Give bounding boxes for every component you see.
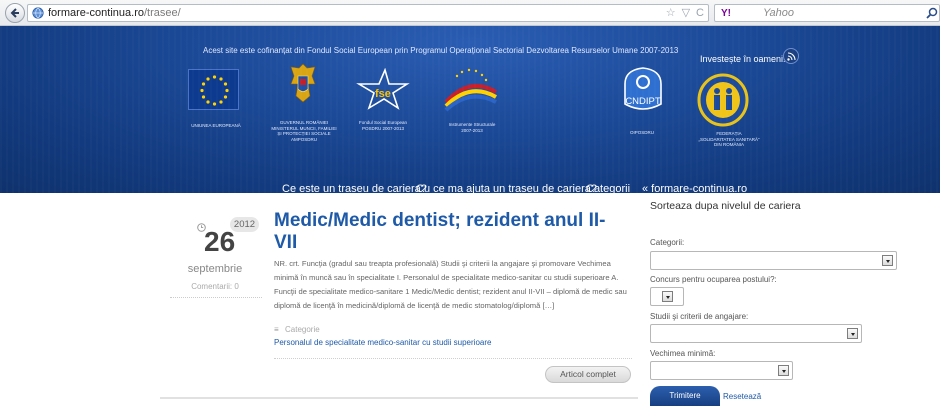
address-bar[interactable]: formare-continua.ro/trasee/ ☆ ▽ C [27,4,709,22]
federatia-logo [692,73,754,127]
read-more-button[interactable]: Articol complet [545,366,631,383]
back-button[interactable] [5,3,25,23]
divider [170,297,262,298]
yahoo-engine-icon[interactable]: Y! [721,7,731,20]
filter-label-concurs: Concurs pentru ocuparea postului?: [650,275,777,284]
nav-link-cu-ce-ma-ajuta[interactable]: Cu ce ma ajuta un traseu de cariera? [416,183,597,193]
category-icon: ≡ [274,325,279,334]
fse-star-logo: fse [355,67,411,110]
divider [274,358,632,359]
post-date: 2012 26 septembrie Comentarii: 0 [170,213,260,297]
filter-label-studii: Studii şi criterii de angajare: [650,312,749,321]
globe-icon [32,7,44,19]
filter-title: Sorteaza dupa nivelul de cariera [650,200,801,212]
filter-label-categorii: Categorii: [650,238,685,247]
svg-text:fse: fse [375,88,391,100]
post-month: septembrie [187,263,243,275]
structural-instruments-logo [440,66,502,112]
category-label: ≡ Categorie [274,325,320,334]
post-day: 26 [204,226,236,257]
chevron-down-icon[interactable] [847,328,858,339]
chevron-down-icon[interactable] [882,255,893,266]
url-text: formare-continua.ro/trasee/ [48,7,181,19]
back-arrow-icon [10,8,19,18]
site-header: Acest site este cofinanțat din Fondul So… [0,26,940,193]
eu-flag-logo [188,69,239,110]
filter-label-vechime: Vechimea minimă: [650,349,716,358]
reset-link[interactable]: Resetează [723,392,761,402]
categorii-select[interactable] [650,251,897,270]
svg-text:CNDIPT: CNDIPT [625,96,661,107]
cofinance-notice: Acest site este cofinanțat din Fondul So… [203,46,679,55]
reload-icon[interactable]: C [696,6,704,21]
nav-link-formare-continua[interactable]: « formare-continua.ro [642,183,747,193]
divider [160,397,638,399]
history-dropdown-icon[interactable]: ▽ [682,6,690,21]
nav-link-ce-este[interactable]: Ce este un traseu de cariera? [282,183,427,193]
search-bar[interactable]: Y! Yahoo [714,4,940,22]
search-placeholder: Yahoo [763,7,794,19]
search-icon[interactable] [925,6,939,20]
comments-count[interactable]: Comentarii: 0 [173,282,257,292]
browser-toolbar: formare-continua.ro/trasee/ ☆ ▽ C Y! Yah… [0,0,940,26]
coat-of-arms-logo [288,62,318,104]
chevron-down-icon[interactable] [778,365,789,376]
bookmark-star-icon[interactable]: ☆ [666,6,676,21]
nav-link-categorii[interactable]: Categorii [586,183,630,193]
cndipt-logo: CNDIPT [621,64,665,116]
studii-select[interactable] [650,324,862,343]
concurs-select[interactable] [650,287,684,306]
chevron-down-icon[interactable] [662,291,673,302]
article-title[interactable]: Medic/Medic dentist; rezident anul II-VI… [274,210,626,254]
submit-button[interactable]: Trimitere [650,386,720,406]
category-link[interactable]: Personalul de specialitate medico-sanita… [274,338,491,348]
article-excerpt: NR. crt. Funcţia (gradul sau treapta pro… [274,259,627,310]
rss-icon[interactable] [783,48,799,64]
vechime-select[interactable] [650,361,793,380]
slogan: Investește în oameni! [700,54,786,64]
